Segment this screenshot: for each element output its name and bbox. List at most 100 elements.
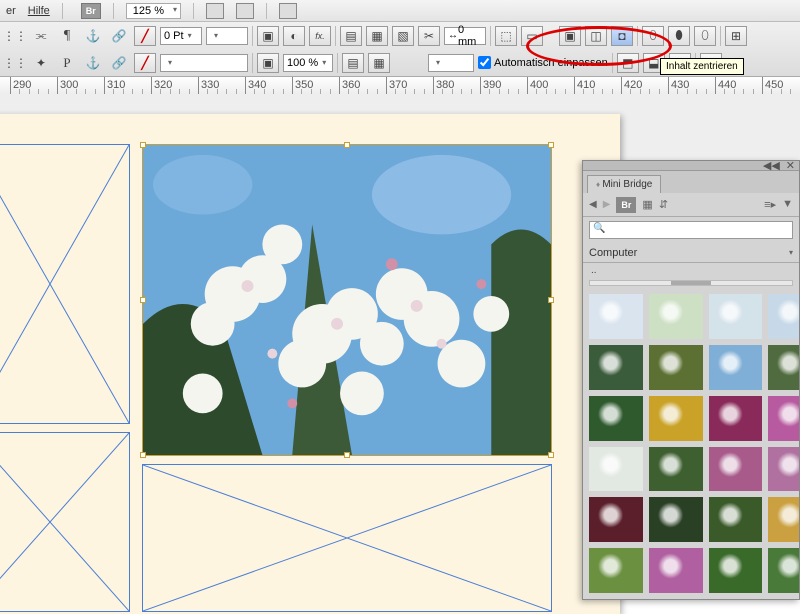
selection-dots-icon[interactable]: ⋮⋮	[4, 26, 26, 46]
text-wrap-shape-icon[interactable]: ▧	[392, 26, 414, 46]
image-icon[interactable]: ▣	[257, 26, 279, 46]
thumb-size-slider[interactable]	[589, 280, 793, 286]
distribute-icon[interactable]: ⊞	[725, 26, 747, 46]
menu-help[interactable]: Hilfe	[28, 5, 50, 17]
nav-forward-icon[interactable]: ▶	[603, 199, 611, 210]
panel-collapse-bar[interactable]: ◀◀✕	[583, 161, 799, 171]
crop-icon[interactable]: ✂	[418, 26, 440, 46]
thumbnail[interactable]	[649, 447, 703, 492]
parent-folder[interactable]: ..	[583, 263, 799, 278]
panel-search	[583, 217, 799, 243]
options-icon[interactable]: ≡▸	[764, 198, 776, 211]
stroke-weight-field[interactable]: 0 Pt	[160, 27, 202, 45]
selection-dots-icon-2[interactable]: ⋮⋮	[4, 53, 26, 73]
thumbnail[interactable]	[589, 294, 643, 339]
separator	[490, 26, 491, 46]
path-dropdown[interactable]: Computer▾	[583, 243, 799, 263]
resize-handle-w[interactable]	[140, 297, 146, 303]
bridge-icon[interactable]: Br	[616, 197, 636, 213]
text-wrap-bound-icon[interactable]: ▦	[366, 26, 388, 46]
thumbnail[interactable]	[589, 548, 643, 593]
fill-frame-icon[interactable]: ▣	[559, 26, 581, 46]
gap-field[interactable]: ↔ 0 mm	[444, 27, 486, 45]
fx-icon[interactable]: fx.	[309, 26, 331, 46]
resize-handle-sw[interactable]	[140, 452, 146, 458]
thumbnail[interactable]	[589, 396, 643, 441]
resize-handle-e[interactable]	[548, 297, 554, 303]
extra-dropdown[interactable]	[428, 54, 474, 72]
image-icon-2[interactable]: ▣	[257, 53, 279, 73]
thumbnail[interactable]	[768, 548, 799, 593]
thumbnail[interactable]	[768, 294, 799, 339]
thumbnail[interactable]	[649, 396, 703, 441]
resize-handle-se[interactable]	[548, 452, 554, 458]
no-stroke-icon[interactable]: ╱	[134, 26, 156, 46]
empty-frame-left-top[interactable]	[0, 144, 130, 424]
filter-icon[interactable]: ▼	[782, 198, 793, 211]
anchor-icon-2[interactable]: ⚓	[82, 53, 104, 73]
thumbnail[interactable]	[768, 447, 799, 492]
thumbnail[interactable]	[589, 345, 643, 390]
empty-frame-bottom[interactable]	[142, 464, 552, 612]
thumbnail[interactable]	[709, 294, 763, 339]
mini-bridge-tab[interactable]: Mini Bridge	[587, 175, 661, 193]
star-icon[interactable]: ✦	[30, 53, 52, 73]
fit-content-icon[interactable]: ⬚	[495, 26, 517, 46]
auto-fit-checkbox[interactable]: Automatisch einpassen	[478, 56, 608, 69]
bridge-button[interactable]: Br	[81, 3, 101, 19]
paragraph-icon[interactable]: ¶	[56, 26, 78, 46]
align-center-icon[interactable]: ⬮	[668, 26, 690, 46]
no-fill-icon[interactable]: ╱	[134, 53, 156, 73]
effects-icon[interactable]: ◐	[283, 26, 305, 46]
wrap-icon-b[interactable]: ▦	[368, 53, 390, 73]
view-thumbs-icon[interactable]: ▦	[642, 198, 652, 211]
fit-proportional-icon[interactable]: ◫	[585, 26, 607, 46]
thumbnail[interactable]	[709, 396, 763, 441]
link-icon[interactable]: 🔗	[108, 26, 130, 46]
thumbnail[interactable]	[649, 345, 703, 390]
link-icon-2[interactable]: 🔗	[108, 53, 130, 73]
sort-icon[interactable]: ⇵	[659, 198, 668, 211]
resize-handle-n[interactable]	[344, 142, 350, 148]
thumbnail[interactable]	[768, 345, 799, 390]
view-mode-icon[interactable]	[206, 3, 224, 19]
thumbnail[interactable]	[768, 396, 799, 441]
thumbnail[interactable]	[768, 497, 799, 542]
resize-handle-ne[interactable]	[548, 142, 554, 148]
character-icon[interactable]: P	[56, 53, 78, 73]
thumbnail[interactable]	[589, 497, 643, 542]
thumbnail[interactable]	[649, 548, 703, 593]
thumbnail[interactable]	[709, 345, 763, 390]
selected-image-frame[interactable]	[142, 144, 552, 456]
search-input[interactable]	[589, 221, 793, 239]
align-top-icon[interactable]: ⬒	[617, 53, 639, 73]
text-wrap-none-icon[interactable]: ▤	[340, 26, 362, 46]
opacity-field[interactable]: 100 %	[283, 54, 333, 72]
center-content-icon[interactable]: ◘	[611, 26, 633, 46]
screen-mode-icon[interactable]	[236, 3, 254, 19]
style-dropdown[interactable]	[160, 54, 248, 72]
thumbnail[interactable]	[649, 294, 703, 339]
nav-back-icon[interactable]: ◀	[589, 199, 597, 210]
align-left-icon[interactable]: ⬯	[642, 26, 664, 46]
empty-frame-left-bottom[interactable]	[0, 432, 130, 612]
thumbnail[interactable]	[709, 497, 763, 542]
zoom-dropdown[interactable]: 125 %	[126, 3, 181, 19]
thumbnail-grid	[583, 288, 799, 599]
align-right-icon[interactable]: ⬯	[694, 26, 716, 46]
fit-frame-icon[interactable]: ▭	[521, 26, 543, 46]
menu-fragment[interactable]: er	[6, 5, 16, 17]
thumbnail[interactable]	[709, 447, 763, 492]
stroke-style-field[interactable]	[206, 27, 248, 45]
thumbnail[interactable]	[589, 447, 643, 492]
arrange-icon[interactable]	[279, 3, 297, 19]
anchor-icon[interactable]: ⚓	[82, 26, 104, 46]
thumbnail[interactable]	[649, 497, 703, 542]
separator	[335, 26, 336, 46]
resize-handle-s[interactable]	[344, 452, 350, 458]
resize-handle-nw[interactable]	[140, 142, 146, 148]
horizontal-ruler[interactable]: 2903003103203303403503603703803904004104…	[0, 77, 800, 95]
wrap-icon-a[interactable]: ▤	[342, 53, 364, 73]
thumbnail[interactable]	[709, 548, 763, 593]
link-chain-icon[interactable]: ⫘	[30, 26, 52, 46]
